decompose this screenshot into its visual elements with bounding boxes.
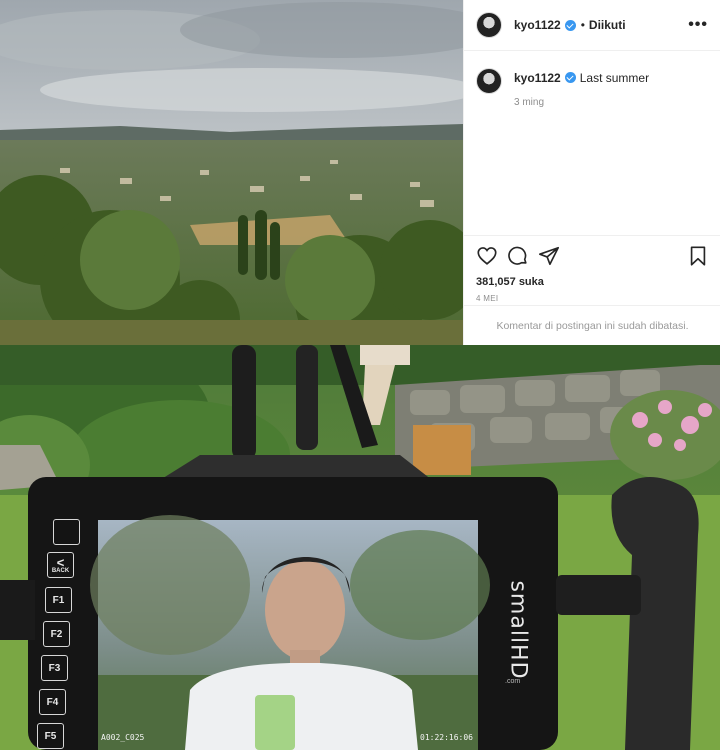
monitor-menu-button[interactable]: [53, 519, 80, 545]
heart-icon[interactable]: [476, 245, 498, 267]
caption-time: 3 ming: [514, 97, 545, 108]
bookmark-icon[interactable]: [687, 245, 709, 267]
more-icon[interactable]: •••: [688, 16, 708, 34]
caption-text-block: kyo1122 Last summer 3 ming: [514, 71, 649, 108]
separator-dot: •: [580, 18, 585, 32]
monitor-f1-button[interactable]: F1: [45, 587, 72, 613]
comment-icon[interactable]: [507, 245, 529, 267]
follow-button[interactable]: Diikuti: [589, 18, 626, 32]
brand-text: smallHD: [505, 580, 531, 680]
caption-username[interactable]: kyo1122: [514, 71, 561, 85]
comments-limited-notice: Komentar di postingan ini sudah dibatasi…: [464, 305, 720, 345]
avatar[interactable]: [476, 12, 502, 38]
likes-count[interactable]: 381,057 suka: [476, 276, 709, 288]
monitor-timecode: 01:22:16:06: [420, 733, 473, 742]
header-username[interactable]: kyo1122: [514, 18, 561, 32]
caption: kyo1122 Last summer 3 ming: [476, 68, 649, 108]
back-label: BACK: [51, 567, 70, 574]
monitor-f5-button[interactable]: F5: [37, 723, 64, 749]
post-actions: 381,057 suka 4 MEI: [464, 235, 720, 303]
share-icon[interactable]: [538, 245, 560, 267]
instagram-post: kyo1122 • Diikuti ••• kyo1122 Last summer…: [0, 0, 720, 345]
monitor-back-button[interactable]: < BACK: [47, 552, 74, 578]
caption-body: Last summer: [579, 71, 650, 85]
post-photo-landscape[interactable]: [0, 0, 463, 345]
caption-verified-badge-icon: [564, 72, 576, 83]
behind-the-scenes-photo: [0, 345, 720, 750]
monitor-clip-name: A002_C025: [101, 733, 145, 742]
monitor-f4-button[interactable]: F4: [39, 689, 66, 715]
caption-line: kyo1122 Last summer: [514, 71, 649, 85]
verified-badge-icon: [564, 19, 576, 31]
post-header: kyo1122 • Diikuti •••: [464, 0, 720, 51]
back-arrow-icon: <: [56, 554, 65, 570]
caption-avatar[interactable]: [476, 68, 502, 94]
action-icon-row: [476, 244, 709, 268]
post-date: 4 MEI: [476, 294, 499, 303]
post-side-panel: kyo1122 • Diikuti ••• kyo1122 Last summer…: [463, 0, 720, 345]
brand-domain: .com: [505, 678, 521, 685]
monitor-f2-button[interactable]: F2: [43, 621, 70, 647]
monitor-f3-button[interactable]: F3: [41, 655, 68, 681]
